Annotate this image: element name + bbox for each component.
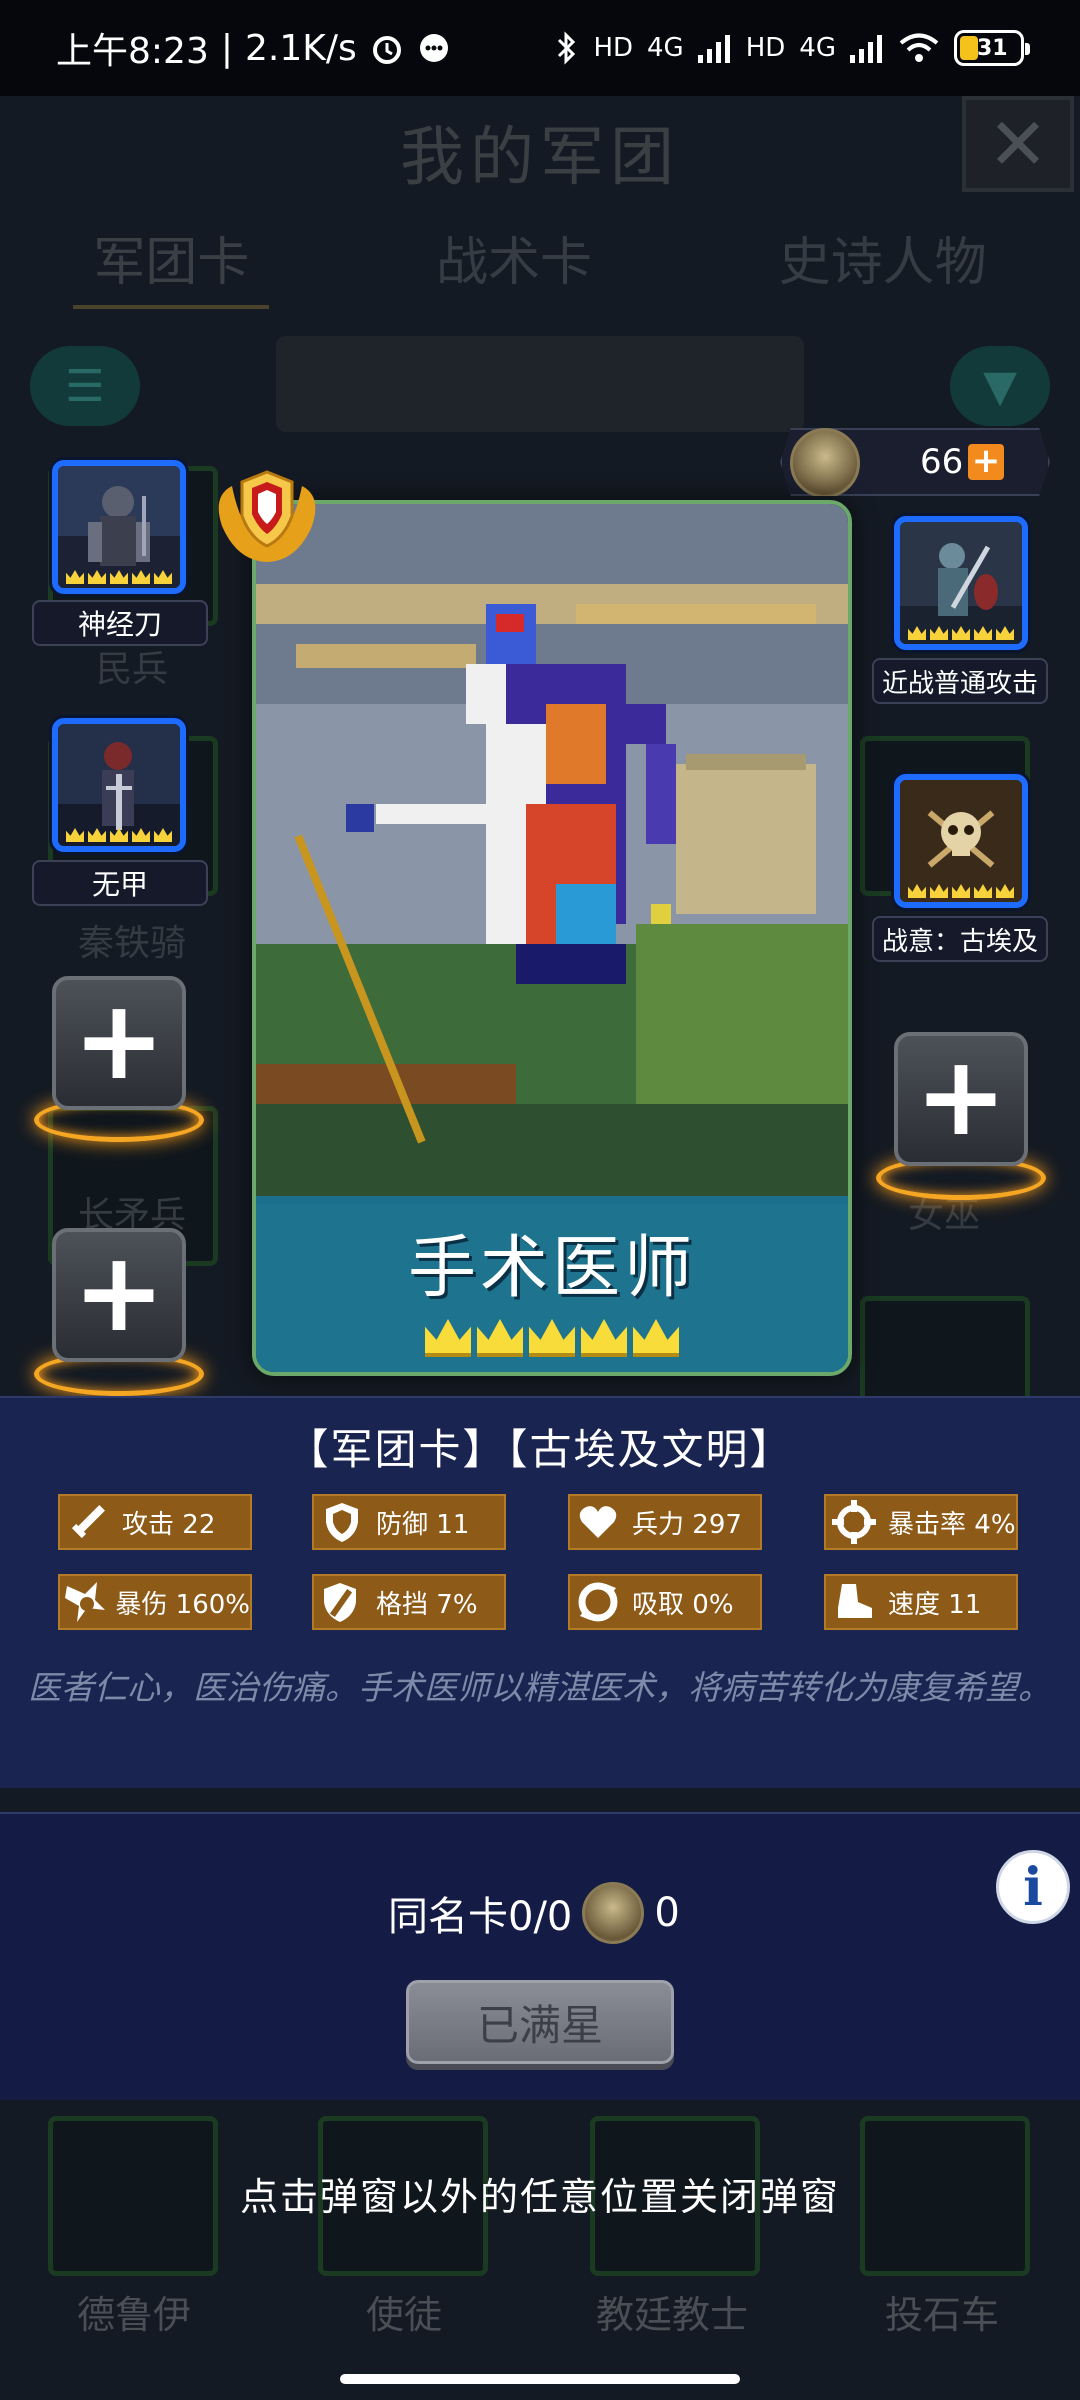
app-notification-icon: [417, 31, 451, 65]
add-card-slot-1[interactable]: +: [52, 976, 186, 1110]
bottom-card-label-priest: 教廷教士: [595, 2293, 748, 2337]
plus-icon: +: [72, 976, 166, 1104]
tab-legion-cards[interactable]: 军团卡: [73, 220, 270, 309]
info-button[interactable]: i: [996, 1850, 1070, 1924]
hd-label-2: HD: [745, 33, 786, 63]
equipped-card-neural-blade[interactable]: [52, 460, 186, 594]
search-bar[interactable]: [276, 336, 804, 432]
duplicate-card-panel: i 同名卡0/0 0 已满星: [0, 1812, 1080, 2100]
plus-icon: +: [914, 1032, 1008, 1160]
hd-label-1: HD: [593, 33, 634, 63]
add-skill-slot[interactable]: +: [894, 1032, 1028, 1166]
battery-indicator: 31: [954, 30, 1030, 66]
stat-crit-rate: 暴击率 4%: [824, 1494, 1018, 1550]
menu-button[interactable]: ☰: [30, 346, 140, 426]
crown-icon: [529, 1319, 575, 1357]
wifi-icon: [898, 32, 940, 64]
bottom-card-label-catapult: 投石车: [884, 2293, 999, 2337]
filter-button[interactable]: ▼: [950, 346, 1050, 426]
close-button[interactable]: ✕: [962, 96, 1074, 192]
bottom-card-label-druid: 德鲁伊: [76, 2293, 191, 2337]
crown-icon: [633, 1319, 679, 1357]
status-bar: 上午8:23 | 2.1K/s HD 4G HD 4G 31: [0, 0, 1080, 96]
tab-epic-heroes[interactable]: 史诗人物: [759, 220, 1007, 309]
crown-icon: [581, 1319, 627, 1357]
star-crowns: [66, 828, 172, 842]
boot-icon: [826, 1574, 882, 1630]
equipped-card-no-armor[interactable]: [52, 718, 186, 852]
status-time: 上午8:23: [56, 31, 209, 72]
4g-label-1: 4G: [647, 33, 684, 63]
status-net-speed: 2.1K/s: [244, 27, 357, 69]
card-name-band: 手术医师: [256, 1196, 848, 1372]
stat-defense: 防御 11: [312, 1494, 506, 1550]
duplicate-count-row: 同名卡0/0 0: [388, 1882, 680, 1944]
add-card-slot-2[interactable]: +: [52, 1228, 186, 1362]
main-card: 手术医师: [252, 500, 852, 1376]
page-title: 我的军团: [400, 121, 680, 195]
menu-icon: ☰: [65, 360, 105, 412]
heart-icon: [570, 1494, 626, 1550]
legion-emblem-icon: [582, 1882, 645, 1944]
equipped-skill-melee-attack[interactable]: [894, 516, 1028, 650]
sword-icon: [60, 1494, 116, 1550]
bluetooth-icon: [555, 30, 579, 66]
filter-icon: ▼: [983, 360, 1017, 412]
slot-label: 神经刀: [32, 600, 208, 646]
stat-block: 格挡 7%: [312, 1574, 506, 1630]
stat-crit-damage: 暴伤 160%: [58, 1574, 252, 1630]
star-crowns: [908, 884, 1014, 898]
alarm-icon: [369, 30, 405, 66]
ghost-label: 秦铁骑: [77, 923, 186, 964]
signal-icon-2: [850, 33, 884, 63]
plus-icon: +: [72, 1228, 166, 1356]
home-indicator[interactable]: [340, 2374, 740, 2384]
star-crowns: [908, 626, 1014, 640]
currency-amount: 66: [920, 442, 964, 482]
add-currency-button[interactable]: +: [968, 444, 1004, 480]
tab-bar: 军团卡 战术卡 史诗人物: [0, 220, 1080, 309]
card-detail-panel: 【军团卡】【古埃及文明】 攻击 22 防御 11 兵力 297 暴击率 4% 暴…: [0, 1396, 1080, 1788]
close-popup-hint[interactable]: 点击弹窗以外的任意位置关闭弹窗: [0, 2166, 1080, 2221]
currency-display: 66 +: [780, 428, 1050, 496]
duplicate-count-label: 同名卡0/0: [388, 1894, 573, 1940]
star-crowns: [66, 570, 172, 584]
card-name: 手术医师: [407, 1229, 696, 1308]
crosshair-icon: [826, 1494, 882, 1550]
lifesteal-icon: [570, 1574, 626, 1630]
bottom-card-label-apostle: 使徒: [365, 2293, 442, 2337]
equipped-skill-war-spirit[interactable]: [894, 774, 1028, 908]
slot-label: 战意：古埃及: [872, 916, 1048, 962]
tab-tactic-cards[interactable]: 战术卡: [416, 220, 612, 309]
crown-icon: [477, 1319, 523, 1357]
card-star-crowns: [425, 1319, 679, 1357]
block-icon: [314, 1574, 370, 1630]
close-icon: ✕: [987, 102, 1049, 186]
crown-icon: [425, 1319, 471, 1357]
signal-icon-1: [697, 33, 732, 63]
slot-label: 近战普通攻击: [872, 658, 1048, 704]
emblem-count: 0: [654, 1890, 680, 1936]
stat-troops: 兵力 297: [568, 1494, 762, 1550]
info-icon: i: [1023, 1856, 1043, 1918]
slot-label: 无甲: [32, 860, 208, 906]
stat-attack: 攻击 22: [58, 1494, 252, 1550]
stat-speed: 速度 11: [824, 1574, 1018, 1630]
stat-lifesteal: 吸取 0%: [568, 1574, 762, 1630]
card-description: 医者仁心，医治伤痛。手术医师以精湛医术，将病苦转化为康复希望。: [28, 1668, 1051, 1707]
burst-icon: [60, 1574, 109, 1630]
card-tags: 【军团卡】【古埃及文明】: [286, 1425, 794, 1474]
rank-shield-badge-icon: [218, 470, 316, 562]
max-star-button[interactable]: 已满星: [406, 1980, 674, 2064]
4g-label-2: 4G: [799, 33, 836, 63]
shield-icon: [314, 1494, 370, 1550]
ghost-label: 民兵: [95, 649, 168, 690]
legion-emblem-icon: [790, 428, 860, 496]
